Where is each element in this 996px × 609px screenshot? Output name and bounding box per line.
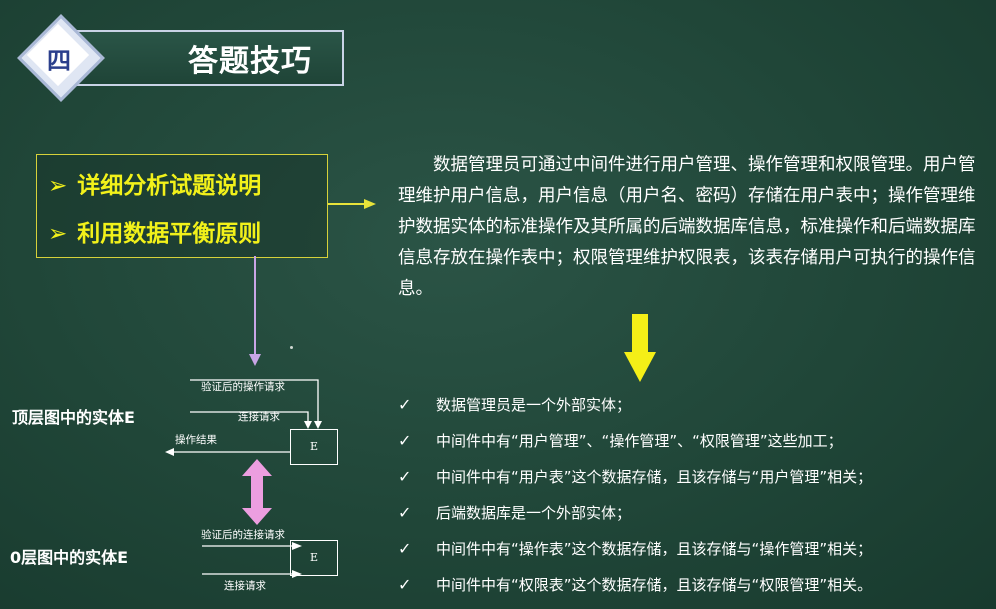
list-item-text: 中间件中有“权限表”这个数据存储，且该存储与“权限管理”相关。 (436, 576, 873, 594)
entity-box: E (290, 540, 338, 576)
arrow-down-icon (624, 314, 656, 382)
list-item-text: 中间件中有“用户管理”、“操作管理”、“权限管理”这些加工； (436, 432, 843, 450)
list-item-text: 数据管理员是一个外部实体； (436, 396, 632, 414)
flow-label: 连接请求 (224, 580, 266, 592)
top-diagram-label: 顶层图中的实体E (12, 408, 135, 427)
list-item: ✓ 中间件中有“用户管理”、“操作管理”、“权限管理”这些加工； (398, 430, 843, 451)
checkmark-icon: ✓ (398, 467, 412, 486)
entity-box: E (290, 429, 338, 465)
level0-diagram-label: 0层图中的实体E (10, 548, 129, 567)
tip-item: ➢ 利用数据平衡原则 (48, 214, 261, 248)
flow-label: 操作结果 (175, 434, 217, 446)
description-text: 数据管理员可通过中间件进行用户管理、操作管理和权限管理。用户管理维护用户信息，用… (398, 155, 976, 299)
list-item-text: 中间件中有“用户表”这个数据存储，且该存储与“用户管理”相关； (436, 468, 873, 486)
tip-text: 详细分析试题说明 (77, 173, 262, 199)
flow-label: 连接请求 (238, 411, 280, 423)
list-item: ✓ 中间件中有“用户表”这个数据存储，且该存储与“用户管理”相关； (398, 466, 872, 487)
dot-marker (290, 346, 293, 349)
checkmark-icon: ✓ (398, 431, 412, 450)
list-item: ✓ 中间件中有“权限表”这个数据存储，且该存储与“权限管理”相关。 (398, 574, 872, 595)
list-item: ✓ 中间件中有“操作表”这个数据存储，且该存储与“操作管理”相关； (398, 538, 872, 559)
tip-text: 利用数据平衡原则 (77, 221, 262, 247)
chevron-right-icon: ➢ (48, 221, 68, 247)
section-number: 四 (47, 47, 71, 75)
checkmark-icon: ✓ (398, 539, 412, 558)
double-arrow-icon (242, 459, 272, 525)
page-title: 答题技巧 (188, 44, 312, 79)
chevron-right-icon: ➢ (48, 173, 68, 199)
arrow-right-icon (328, 199, 376, 209)
flow-label: 验证后的连接请求 (201, 529, 285, 541)
list-item: ✓ 后端数据库是一个外部实体； (398, 502, 631, 523)
checkmark-icon: ✓ (398, 503, 412, 522)
tip-item: ➢ 详细分析试题说明 (48, 166, 261, 200)
list-item-text: 后端数据库是一个外部实体； (436, 504, 632, 522)
arrow-down-icon (249, 256, 261, 366)
list-item: ✓ 数据管理员是一个外部实体； (398, 394, 631, 415)
checkmark-icon: ✓ (398, 575, 412, 594)
checkmark-icon: ✓ (398, 395, 412, 414)
flow-label: 验证后的操作请求 (201, 381, 285, 393)
list-item-text: 中间件中有“操作表”这个数据存储，且该存储与“操作管理”相关； (436, 540, 873, 558)
